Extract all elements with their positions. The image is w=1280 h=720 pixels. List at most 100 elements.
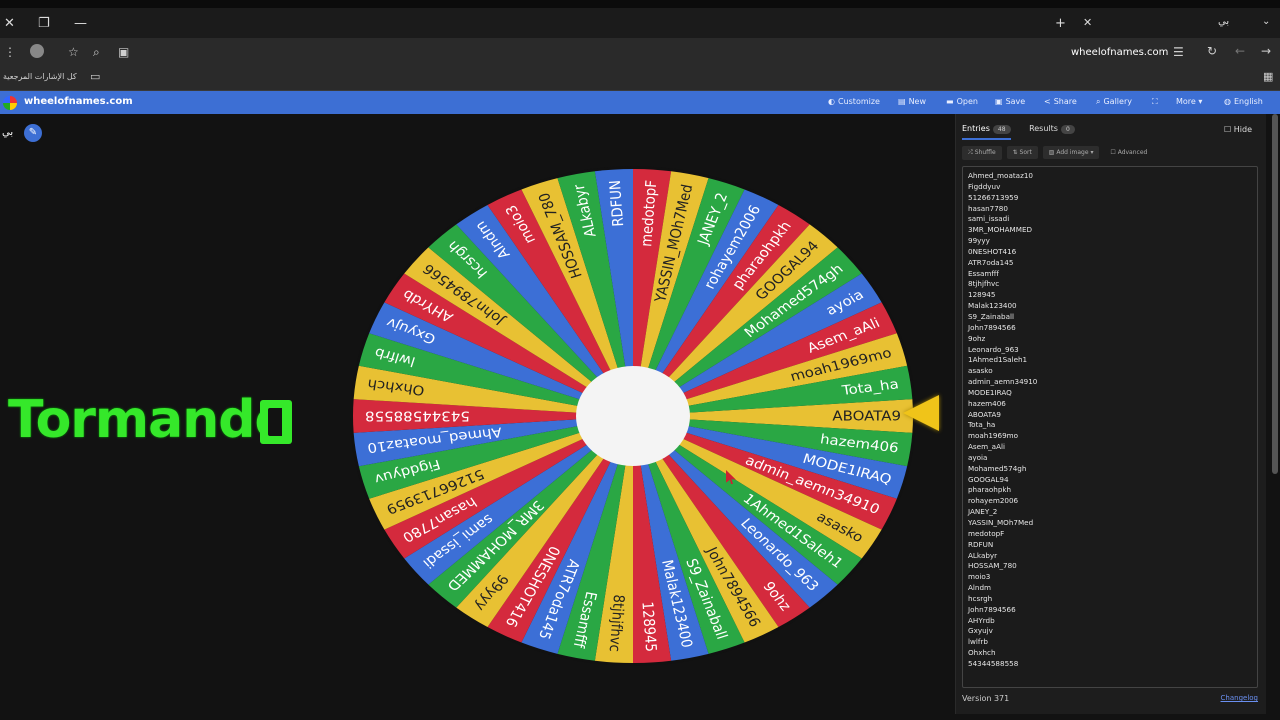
hide-label: Hide xyxy=(1233,125,1252,134)
entry-item: 99yyy xyxy=(968,236,990,246)
image-icon: ▨ xyxy=(1048,149,1055,156)
forward-icon[interactable]: ← xyxy=(1235,44,1245,58)
menu-gallery-label: Gallery xyxy=(1103,97,1132,106)
entry-item: hcsrgh xyxy=(968,593,993,603)
shuffle-button[interactable]: ⤮ Shuffle xyxy=(962,146,1002,160)
fullscreen-icon[interactable]: ⛶ xyxy=(1152,97,1158,107)
entry-item: Gxyujv xyxy=(968,626,993,636)
all-bookmarks-label[interactable]: كل الإشارات المرجعية xyxy=(3,72,77,81)
entry-item: ABOATA9 xyxy=(968,409,1001,419)
version-text: Version 371 xyxy=(962,694,1010,703)
new-file-icon: ▤ xyxy=(898,97,906,106)
entry-item: hasan7780 xyxy=(968,203,1008,213)
save-icon: ▣ xyxy=(995,97,1003,106)
entry-item: ALkabyr xyxy=(968,550,998,560)
site-settings-icon[interactable]: ☰ xyxy=(1173,45,1184,59)
entry-item: pharaohpkh xyxy=(968,485,1012,495)
entry-item: Ahmed_moataz10 xyxy=(968,171,1033,180)
entries-toolbar: ⤮ Shuffle ⇅ Sort ▨ Add image ▾ ☐ Advance… xyxy=(962,146,1147,160)
apps-grid-icon[interactable]: ▦ xyxy=(1263,70,1273,83)
hide-toggle[interactable]: ☐ Hide xyxy=(1224,125,1252,134)
back-icon[interactable]: → xyxy=(1261,44,1271,58)
entry-item: rohayem2006 xyxy=(968,496,1019,506)
entry-item: 51266713959 xyxy=(968,192,1019,202)
bookmark-star-icon[interactable]: ☆ xyxy=(68,45,79,59)
advanced-label: Advanced xyxy=(1117,149,1148,156)
menu-customize[interactable]: ◐ Customize xyxy=(828,97,880,106)
changelog-link[interactable]: Changelog xyxy=(1221,694,1258,702)
menu-share[interactable]: < Share xyxy=(1044,97,1077,106)
add-image-button[interactable]: ▨ Add image ▾ xyxy=(1042,146,1100,159)
add-image-label: Add image xyxy=(1056,149,1089,156)
entry-item: HOSSAM_780 xyxy=(968,561,1017,571)
entry-item: hazem406 xyxy=(968,398,1006,408)
wheel-logo-icon[interactable] xyxy=(3,96,17,110)
wheel-segment-label: 54344588558 xyxy=(365,408,470,423)
entry-item: AHYrdb xyxy=(968,615,995,625)
results-count-badge: 0 xyxy=(1060,125,1075,134)
tab-entries[interactable]: Entries 48 xyxy=(962,124,1011,140)
open-folder-icon: ▬ xyxy=(946,97,954,106)
entry-item: moio3 xyxy=(968,572,991,582)
address-bar: ⋮ ☆ ⌕ ▣ wheelofnames.com ☰ ↻ ← → xyxy=(0,38,1280,68)
menu-language-label: English xyxy=(1233,97,1263,106)
wheel-center[interactable] xyxy=(576,366,690,466)
menu-new[interactable]: ▤ New xyxy=(898,97,926,106)
entry-item: asasko xyxy=(968,366,993,376)
site-name[interactable]: wheelofnames.com xyxy=(24,96,133,107)
entry-item: JANEY_2 xyxy=(968,507,998,517)
menu-language[interactable]: ◍ English xyxy=(1224,97,1263,106)
zoom-icon[interactable]: ⌕ xyxy=(93,45,100,60)
entry-item: GOOGAL94 xyxy=(968,474,1009,484)
entry-item: lwlfrb xyxy=(968,637,988,647)
overlay-logo-icon xyxy=(260,400,292,444)
menu-gallery[interactable]: ⌕ Gallery xyxy=(1096,97,1132,107)
new-tab-icon[interactable]: + xyxy=(1055,16,1066,31)
entries-panel: Entries 48 Results 0 ☐ Hide ⤮ Shuffle ⇅ So… xyxy=(955,114,1266,714)
entry-item: John7894566 xyxy=(968,604,1016,614)
menu-icon[interactable]: ⋮ xyxy=(4,45,16,59)
sort-label: Sort xyxy=(1019,149,1032,156)
tab-results[interactable]: Results 0 xyxy=(1029,124,1075,134)
entry-item: 3MR_MOHAMMED xyxy=(968,225,1033,235)
profile-icon[interactable] xyxy=(30,44,44,58)
minimize-window-icon[interactable]: — xyxy=(74,16,87,31)
entry-item: 1Ahmed1Saleh1 xyxy=(968,355,1028,365)
menu-more[interactable]: More ▾ xyxy=(1176,97,1202,106)
wheel[interactable]: ABOATA9hazem406MODE1IRAQadmin_aemn34910a… xyxy=(346,166,916,666)
shuffle-label: Shuffle xyxy=(974,149,996,156)
entry-item: 54344588558 xyxy=(968,658,1019,668)
wheel-title[interactable]: بي xyxy=(2,127,13,138)
shuffle-icon: ⤮ xyxy=(968,149,973,156)
share-icon: < xyxy=(1044,97,1051,106)
url-text[interactable]: wheelofnames.com xyxy=(1071,47,1168,58)
tab-title[interactable]: بي xyxy=(1218,16,1229,27)
entry-item: Tota_ha xyxy=(968,420,996,430)
sort-button[interactable]: ⇅ Sort xyxy=(1006,146,1038,159)
sort-icon: ⇅ xyxy=(1012,149,1018,156)
globe-icon: ◍ xyxy=(1224,97,1231,106)
tab-entries-label: Entries xyxy=(962,124,990,133)
tab-close-icon[interactable]: ✕ xyxy=(1083,16,1092,29)
advanced-checkbox[interactable]: ☐ Advanced xyxy=(1110,149,1147,156)
reload-icon[interactable]: ↻ xyxy=(1207,44,1217,58)
edit-title-button[interactable]: ✎ xyxy=(24,124,42,142)
entry-item: Asem_aAli xyxy=(968,442,1005,452)
entry-item: RDFUN xyxy=(968,539,994,549)
tab-list-icon[interactable]: ⌄ xyxy=(1262,16,1270,27)
close-window-icon[interactable]: ✕ xyxy=(4,16,15,31)
wheel-segment-label: ABOATA9 xyxy=(832,409,901,424)
entry-item: Essamfff xyxy=(968,268,999,278)
entry-item: Figddyuv xyxy=(968,181,1001,191)
extensions-icon[interactable]: ▣ xyxy=(118,45,129,59)
entry-item: YASSIN_MOh7Med xyxy=(968,518,1034,527)
entry-item: moah1969mo xyxy=(968,431,1019,441)
menu-save[interactable]: ▣ Save xyxy=(995,97,1025,106)
restore-window-icon[interactable]: ❐ xyxy=(38,16,50,31)
menu-open[interactable]: ▬ Open xyxy=(946,97,978,106)
page-scrollbar[interactable] xyxy=(1272,114,1278,474)
entry-item: 0NESHOT416 xyxy=(968,246,1017,256)
entries-textarea[interactable]: Ahmed_moataz10 Figddyuv 51266713959 hasan77… xyxy=(962,166,1258,688)
entry-item: Malak123400 xyxy=(968,301,1017,311)
menu-share-label: Share xyxy=(1053,97,1077,106)
